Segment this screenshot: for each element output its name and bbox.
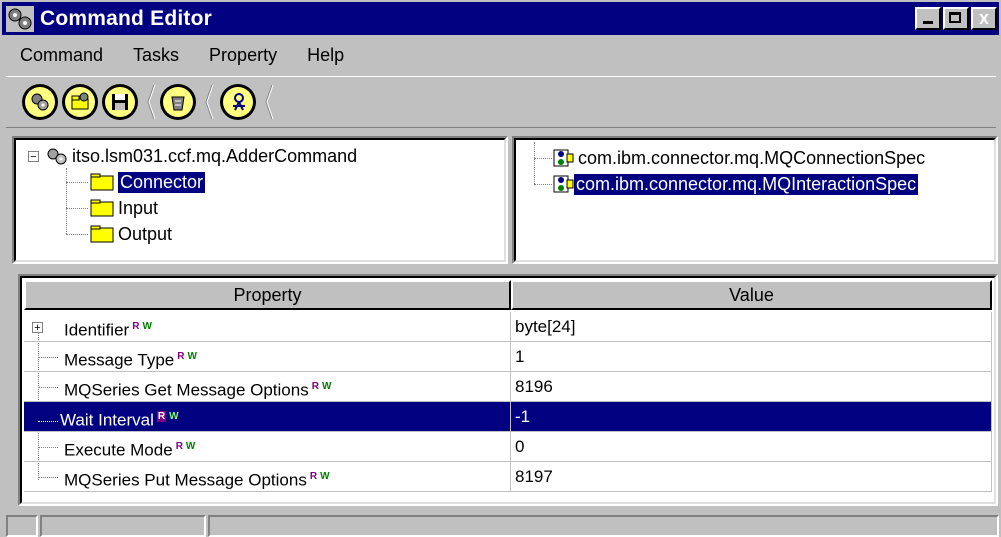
menu-command[interactable]: Command [20, 45, 103, 66]
tree-root-label: itso.lsm031.ccf.mq.AdderCommand [72, 145, 358, 166]
table-row[interactable]: + Identifier R W byte[24] [24, 312, 992, 342]
tree-root[interactable]: − itso.lsm031.ccf.mq.AdderCommand [28, 144, 357, 168]
spec-item-label: com.ibm.connector.mq.MQInteractionSpec [574, 173, 919, 195]
read-write-badge: RW [309, 471, 330, 482]
property-value[interactable]: 1 [511, 342, 992, 372]
recycle-button[interactable] [160, 84, 196, 120]
menu-bar: Command Tasks Property Help [2, 38, 356, 72]
read-write-badge: RW [175, 441, 196, 452]
status-segment [208, 515, 999, 537]
property-value[interactable]: 8197 [511, 462, 992, 492]
spec-item-label: com.ibm.connector.mq.MQConnectionSpec [578, 147, 926, 168]
toolbar-separator [205, 85, 214, 119]
tree-item-label: Connector [118, 171, 206, 193]
run-icon [233, 93, 245, 111]
open-button[interactable] [62, 84, 98, 120]
spec-item-connection[interactable]: com.ibm.connector.mq.MQConnectionSpec [552, 146, 925, 170]
bean-icon [553, 149, 574, 167]
command-editor-icon [6, 5, 34, 32]
menu-property[interactable]: Property [209, 45, 277, 66]
window-title: Command Editor [40, 6, 212, 30]
read-write-badge: RW [177, 351, 197, 362]
minimize-button[interactable] [915, 7, 941, 30]
tree-item-label: Input [118, 197, 159, 218]
maximize-button[interactable] [943, 7, 969, 30]
new-command-button[interactable] [22, 84, 58, 120]
save-disk-icon [112, 94, 128, 110]
table-row[interactable]: Execute Mode R W 0 [24, 432, 992, 462]
table-row[interactable]: MQSeries Put Message Options R W 8197 [24, 462, 992, 492]
row-expand-icon[interactable]: + [32, 322, 43, 334]
read-write-badge: RW [132, 321, 152, 332]
property-name: MQSeries Put Message Options [64, 470, 307, 490]
menu-help[interactable]: Help [307, 45, 344, 66]
gear-icon [31, 93, 49, 111]
folder-icon [90, 225, 114, 243]
title-bar[interactable]: Command Editor x [2, 2, 999, 35]
toolbar [6, 76, 996, 128]
property-table[interactable]: Property Value + Identifier R W byte[24] M… [18, 274, 998, 506]
menu-tasks[interactable]: Tasks [133, 45, 179, 66]
command-gear-icon [47, 148, 67, 165]
property-name: Message Type [64, 350, 175, 370]
command-tree-panel[interactable]: − itso.lsm031.ccf.mq.AdderCommand Connec… [12, 136, 508, 264]
spec-list-panel[interactable]: com.ibm.connector.mq.MQConnectionSpec co… [512, 136, 998, 264]
column-header-property[interactable]: Property [24, 280, 511, 310]
close-icon: x [978, 8, 989, 28]
toolbar-separator [147, 85, 156, 119]
property-name: Execute Mode [64, 440, 173, 460]
read-write-badge: RW [311, 381, 332, 392]
tree-collapse-icon[interactable]: − [28, 150, 39, 162]
read-write-badge: RW [156, 411, 179, 422]
property-name: Wait Interval [60, 410, 154, 430]
property-value[interactable]: byte[24] [511, 312, 992, 342]
folder-icon [90, 199, 114, 217]
status-segment [6, 515, 38, 537]
close-button[interactable]: x [971, 7, 997, 30]
toolbar-separator [265, 85, 274, 119]
spec-item-interaction[interactable]: com.ibm.connector.mq.MQInteractionSpec [552, 172, 919, 196]
property-name: Identifier [64, 320, 130, 340]
tree-item-label: Output [118, 223, 173, 244]
table-row[interactable]: Message Type R W 1 [24, 342, 992, 372]
run-button[interactable] [220, 84, 256, 120]
tree-item-input[interactable]: Input [90, 196, 158, 220]
table-row[interactable]: MQSeries Get Message Options R W 8196 [24, 372, 992, 402]
tree-item-connector[interactable]: Connector [90, 170, 206, 194]
property-name: MQSeries Get Message Options [64, 380, 309, 400]
status-segment [40, 515, 206, 537]
tree-item-output[interactable]: Output [90, 222, 172, 246]
property-value[interactable]: 8196 [511, 372, 992, 402]
property-value[interactable]: 0 [511, 432, 992, 462]
property-value[interactable]: -1 [511, 402, 992, 432]
save-button[interactable] [102, 84, 138, 120]
folder-icon [90, 173, 114, 191]
bean-icon [553, 175, 574, 193]
recycle-icon [171, 96, 185, 111]
column-header-value[interactable]: Value [511, 280, 992, 310]
table-row-selected[interactable]: Wait Interval R W -1 [24, 402, 992, 432]
open-folder-icon [71, 92, 89, 110]
status-bar [2, 512, 999, 537]
